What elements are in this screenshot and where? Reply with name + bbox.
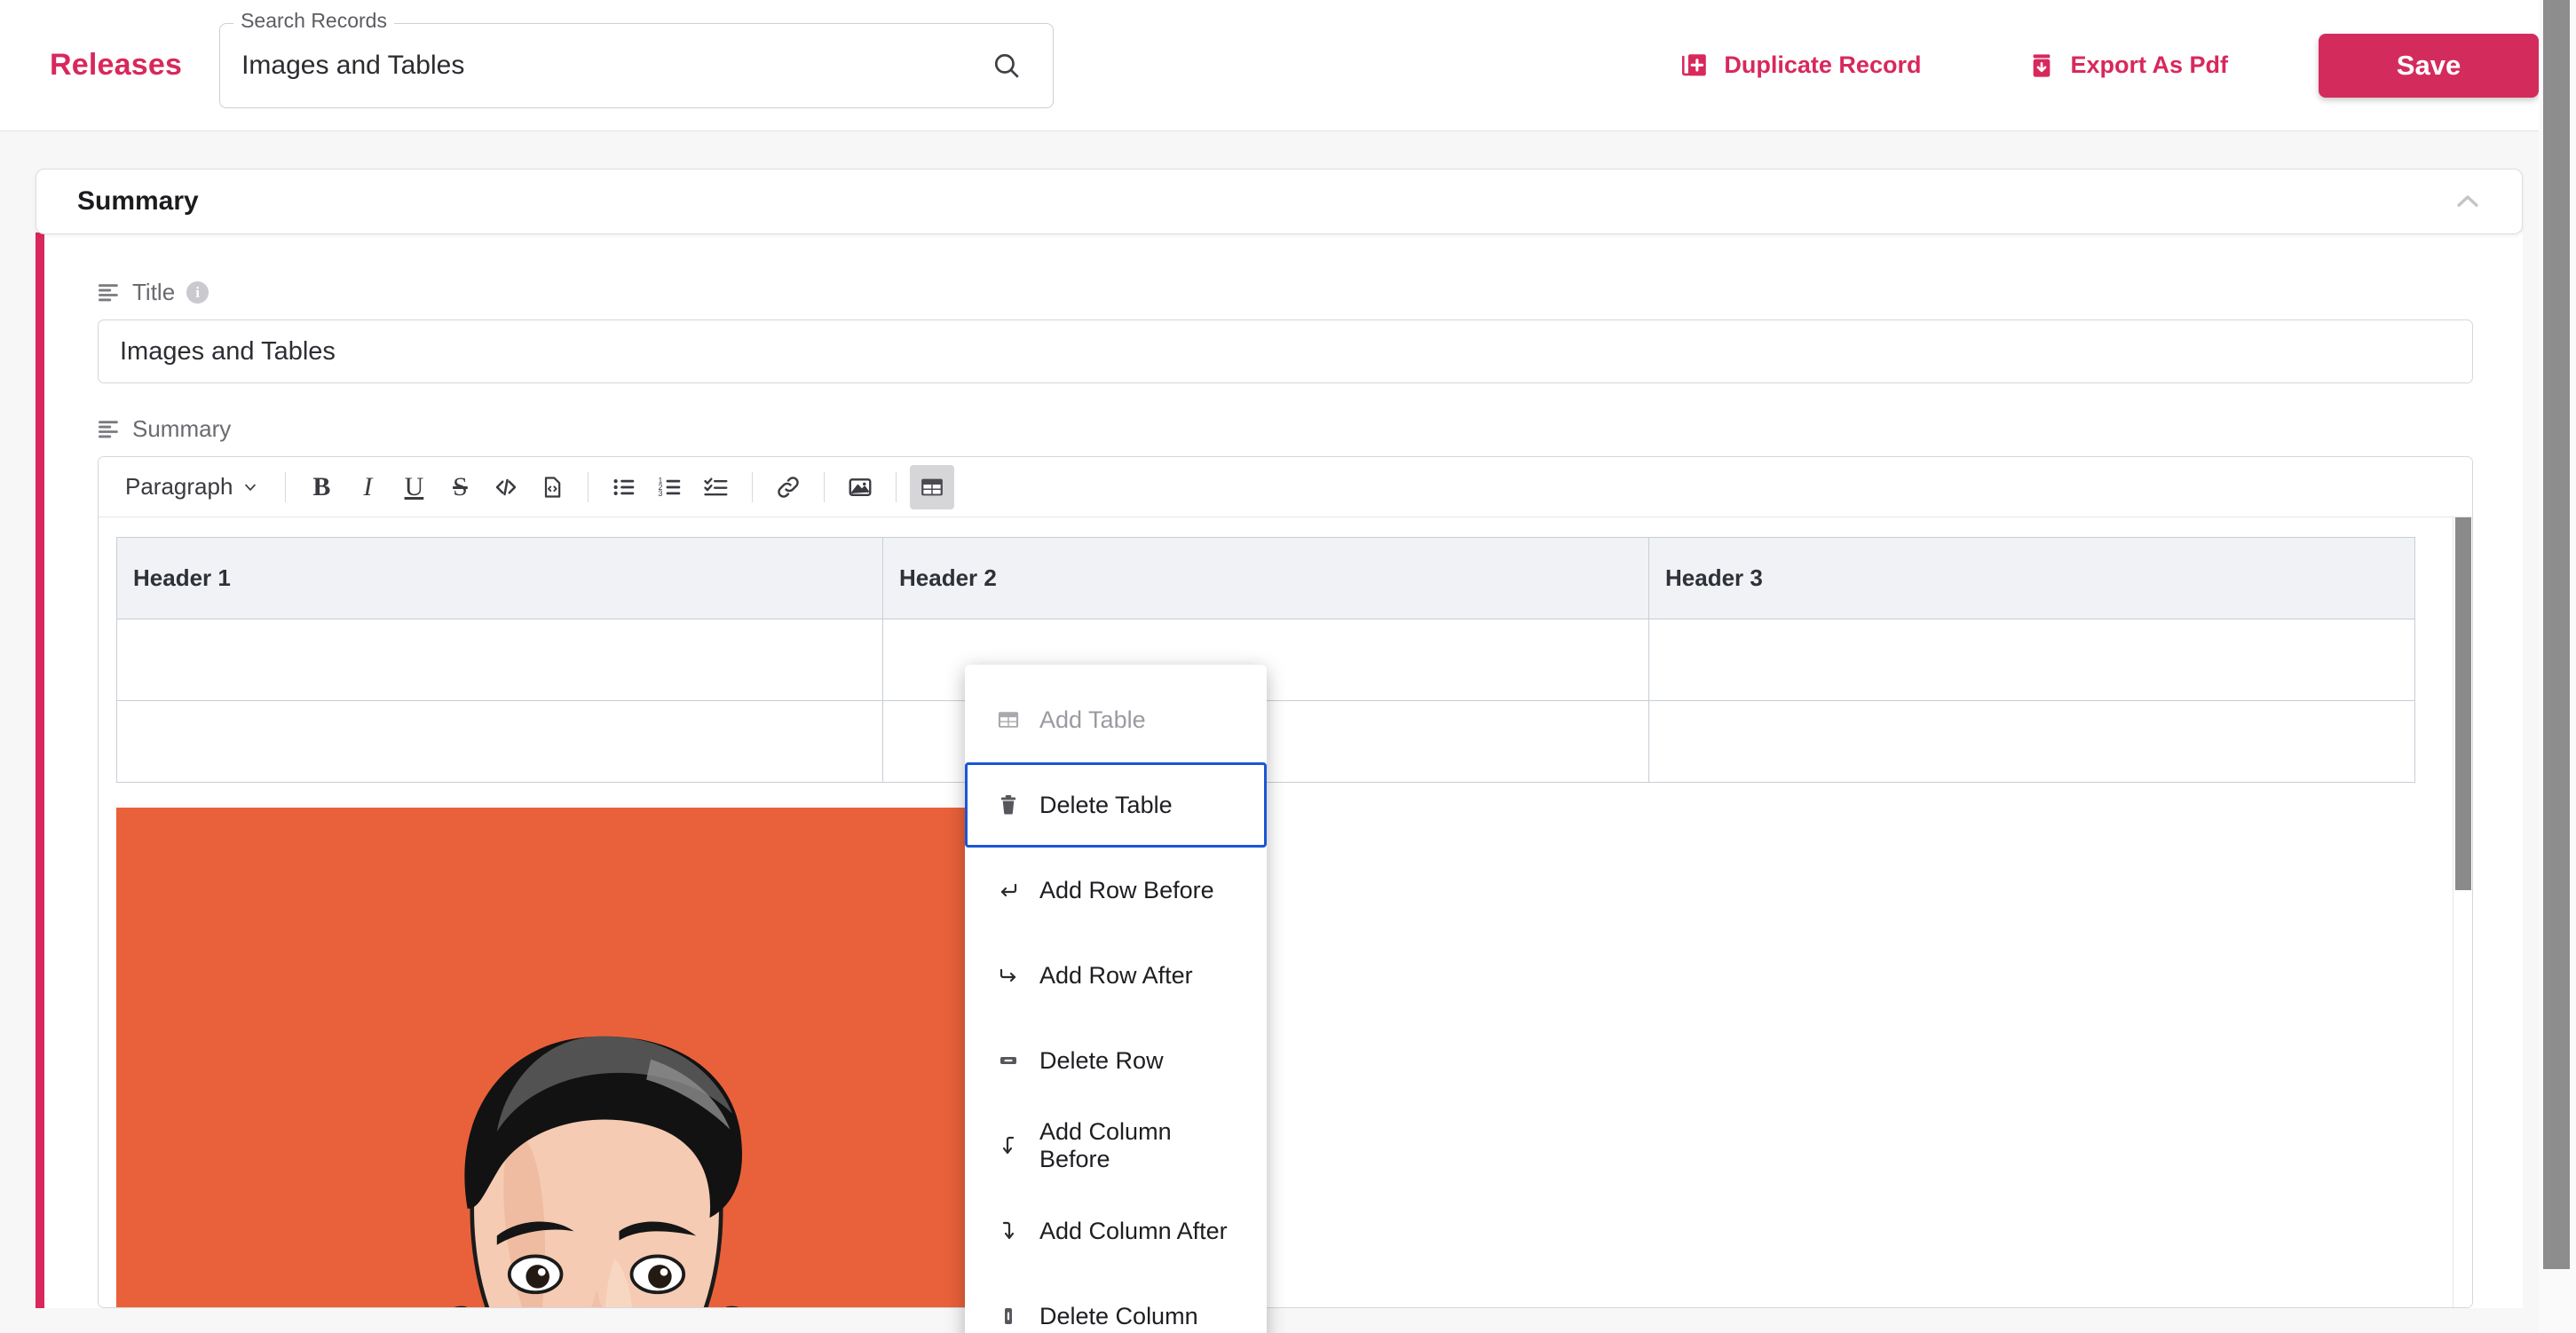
summary-label-text: Summary xyxy=(132,415,232,442)
editor-scrollbar-thumb[interactable] xyxy=(2455,517,2471,890)
menu-item-label: Add Row Before xyxy=(1039,876,1214,903)
page-scrollbar-thumb[interactable] xyxy=(2543,0,2570,1269)
image-button[interactable] xyxy=(838,465,882,509)
table-cell[interactable] xyxy=(116,619,883,701)
arrow-row-before-icon xyxy=(995,879,1022,901)
export-pdf-icon xyxy=(2027,51,2056,81)
menu-item-label: Add Row After xyxy=(1039,961,1193,989)
svg-text:3: 3 xyxy=(659,489,663,498)
page-scrollbar[interactable] xyxy=(2539,0,2576,1333)
toolbar-divider xyxy=(752,471,754,502)
code-button[interactable] xyxy=(484,465,528,509)
top-bar: Releases Search Records Images and Table… xyxy=(0,0,2576,131)
table-cell[interactable] xyxy=(116,700,883,783)
task-list-button[interactable] xyxy=(694,465,739,509)
menu-add-row-after[interactable]: Add Row After xyxy=(965,933,1267,1018)
panel-title: Summary xyxy=(77,186,199,216)
arrow-col-before-icon xyxy=(995,1133,1022,1158)
top-actions: Duplicate Record Export As Pdf Save xyxy=(1658,33,2576,98)
chevron-up-icon[interactable] xyxy=(2444,177,2492,225)
toolbar-divider xyxy=(285,471,287,502)
search-records-field[interactable]: Search Records Images and Tables xyxy=(219,10,1055,108)
search-input[interactable]: Images and Tables xyxy=(241,51,987,81)
menu-item-label: Delete Column xyxy=(1039,1302,1198,1329)
summary-panel-header[interactable]: Summary xyxy=(36,169,2523,234)
save-button[interactable]: Save xyxy=(2319,33,2539,98)
delete-row-icon xyxy=(995,1050,1022,1071)
table-button[interactable] xyxy=(910,464,955,509)
table-header-cell[interactable]: Header 2 xyxy=(882,537,1649,619)
app-brand: Releases xyxy=(50,48,183,82)
title-field-label: Title i xyxy=(98,279,2473,306)
info-icon[interactable]: i xyxy=(186,281,209,304)
table-cell[interactable] xyxy=(1648,700,2415,783)
editor-content[interactable]: Header 1 Header 2 Header 3 xyxy=(99,517,2472,1307)
export-as-pdf-button[interactable]: Export As Pdf xyxy=(2006,38,2249,93)
underline-button[interactable]: U xyxy=(391,465,436,509)
align-left-icon xyxy=(98,283,121,303)
menu-add-row-before[interactable]: Add Row Before xyxy=(965,848,1267,933)
trash-icon xyxy=(995,793,1022,817)
menu-item-label: Delete Row xyxy=(1039,1046,1164,1074)
block-style-label: Paragraph xyxy=(125,473,233,500)
table-header-row: Header 1 Header 2 Header 3 xyxy=(116,537,2415,619)
menu-item-label: Delete Table xyxy=(1039,791,1173,818)
block-style-dropdown[interactable]: Paragraph xyxy=(111,466,272,508)
table-header-cell[interactable]: Header 3 xyxy=(1648,537,2415,619)
bullet-list-button[interactable] xyxy=(602,465,646,509)
toolbar-divider xyxy=(824,471,826,502)
menu-add-column-before[interactable]: Add Column Before xyxy=(965,1103,1267,1188)
toolbar-divider xyxy=(588,471,589,502)
table-context-menu: Add Table Delete Table Add Row Before Ad… xyxy=(965,665,1267,1333)
chevron-down-icon xyxy=(241,478,259,496)
search-legend: Search Records xyxy=(233,10,394,31)
page-body: Summary Title i Images and Tables Summar… xyxy=(0,131,2576,1333)
portrait-illustration xyxy=(116,808,1077,1307)
arrow-col-after-icon xyxy=(995,1219,1022,1243)
table-icon xyxy=(995,707,1022,732)
duplicate-record-icon xyxy=(1679,51,1710,81)
search-icon[interactable] xyxy=(987,46,1026,85)
menu-delete-column[interactable]: Delete Column xyxy=(965,1274,1267,1333)
title-label-text: Title xyxy=(132,279,176,305)
table-header-cell[interactable]: Header 1 xyxy=(116,537,883,619)
summary-field-label: Summary xyxy=(98,415,2473,443)
duplicate-record-button[interactable]: Duplicate Record xyxy=(1658,38,1942,93)
code-block-button[interactable] xyxy=(530,465,574,509)
editor-scrollbar[interactable] xyxy=(2453,517,2472,1307)
duplicate-record-label: Duplicate Record xyxy=(1724,51,1922,78)
align-left-icon xyxy=(98,420,121,439)
toolbar-divider xyxy=(896,471,897,502)
bold-button[interactable]: B xyxy=(299,465,344,509)
strikethrough-button[interactable]: S xyxy=(438,465,482,509)
content-image[interactable] xyxy=(116,808,1077,1307)
table-cell[interactable] xyxy=(1648,619,2415,701)
link-button[interactable] xyxy=(766,465,810,509)
menu-item-label: Add Column Before xyxy=(1039,1118,1172,1172)
summary-panel-body: Title i Summary Paragraph xyxy=(36,233,2523,1308)
menu-add-column-after[interactable]: Add Column After xyxy=(965,1188,1267,1274)
title-input[interactable] xyxy=(98,319,2473,383)
menu-add-table: Add Table xyxy=(965,677,1267,762)
delete-column-icon xyxy=(995,1304,1022,1329)
italic-button[interactable]: I xyxy=(345,465,390,509)
export-pdf-label: Export As Pdf xyxy=(2070,51,2228,78)
arrow-row-after-icon xyxy=(995,965,1022,986)
editor-toolbar: Paragraph B I U S 1 2 3 xyxy=(99,457,2472,517)
ordered-list-button[interactable]: 1 2 3 xyxy=(648,465,692,509)
menu-delete-table[interactable]: Delete Table xyxy=(965,762,1267,848)
rich-text-editor: Paragraph B I U S 1 2 3 Header 1 Header … xyxy=(98,456,2473,1308)
menu-delete-row[interactable]: Delete Row xyxy=(965,1018,1267,1103)
menu-item-label: Add Column After xyxy=(1039,1217,1228,1244)
menu-item-label: Add Table xyxy=(1039,706,1146,733)
